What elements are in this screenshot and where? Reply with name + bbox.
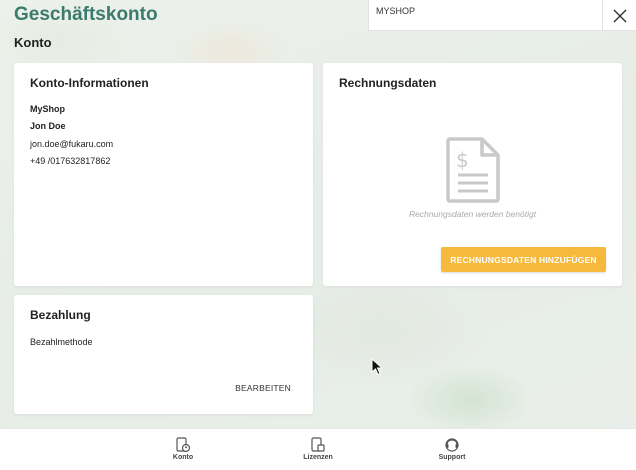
nav-item-lizenzen[interactable]: Lizenzen [288, 437, 348, 461]
payment-card: Bezahlung Bezahlmethode BEARBEITEN [14, 295, 313, 414]
payment-method-label: Bezahlmethode [30, 337, 93, 347]
bottom-nav: Konto Lizenzen Support [0, 428, 636, 470]
account-device-icon [176, 437, 191, 453]
nav-label-konto: Konto [172, 454, 194, 461]
close-icon [613, 9, 626, 22]
nav-item-support[interactable]: Support [422, 437, 482, 461]
support-headset-icon [445, 438, 459, 452]
account-info-card: Konto-Informationen MyShop Jon Doe jon.d… [14, 63, 313, 286]
billing-empty-message: Rechnungsdaten werden benötigt [408, 209, 537, 219]
svg-text:$: $ [456, 148, 469, 172]
shop-name: MYSHOP [376, 6, 416, 16]
add-billing-button[interactable]: RECHNUNGSDATEN HINZUFÜGEN [441, 247, 606, 272]
mouse-cursor-icon [371, 358, 383, 376]
account-info-title: Konto-Informationen [30, 76, 149, 90]
billing-card: Rechnungsdaten $ Rechnungsdaten werden b… [323, 63, 622, 286]
nav-item-konto[interactable]: Konto [153, 437, 213, 461]
nav-label-support: Support [438, 454, 466, 461]
nav-label-lizenzen: Lizenzen [303, 454, 333, 461]
payment-title: Bezahlung [30, 308, 91, 322]
shop-bar: MYSHOP [368, 0, 636, 31]
user-phone: +49 /017632817862 [30, 156, 111, 166]
close-button[interactable] [602, 0, 636, 31]
page-subtitle: Konto [14, 35, 52, 50]
user-name: Jon Doe [30, 121, 66, 131]
user-email: jon.doe@fukaru.com [30, 139, 114, 149]
page-title: Geschäftskonto [14, 4, 158, 25]
billing-title: Rechnungsdaten [339, 76, 437, 90]
invoice-document-icon: $ [446, 137, 500, 203]
company-name: MyShop [30, 104, 65, 114]
edit-payment-button[interactable]: BEARBEITEN [235, 383, 291, 393]
license-device-icon [311, 437, 325, 452]
